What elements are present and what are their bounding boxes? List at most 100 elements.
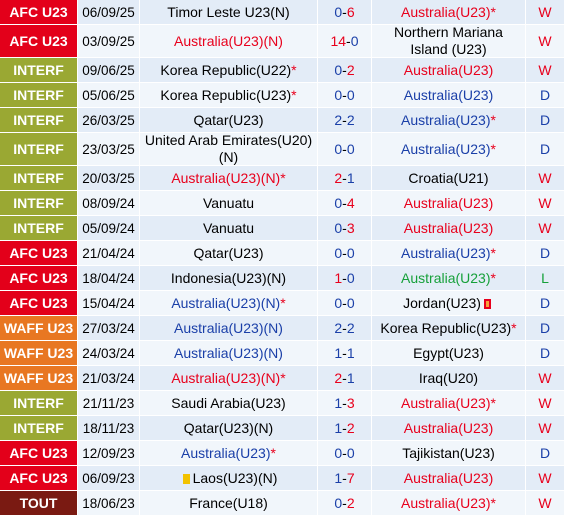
match-row[interactable]: INTERF 26/03/25 Qatar(U23) 2-2 Australia(U23… [0,108,564,133]
home-team[interactable]: United Arab Emirates(U20)(N) [140,132,318,165]
match-score[interactable]: 0-0 [318,291,372,315]
away-team[interactable]: Australia(U23) [372,58,526,82]
home-team[interactable]: Korea Republic(U22)* [140,58,318,82]
home-team[interactable]: Qatar(U23)(N) [140,416,318,440]
match-score[interactable]: 0-6 [318,0,372,24]
match-score[interactable]: 1-0 [318,266,372,290]
match-row[interactable]: AFC U23 15/04/24 Australia(U23)(N)* 0-0 Jord… [0,291,564,316]
competition-badge[interactable]: INTERF [0,391,78,415]
match-row[interactable]: WAFF U23 24/03/24 Australia(U23)(N) 1-1 Egyp… [0,341,564,366]
competition-badge[interactable]: AFC U23 [0,241,78,265]
match-row[interactable]: AFC U23 06/09/23 Laos(U23)(N) 1-7 Australia(… [0,466,564,491]
competition-badge[interactable]: WAFF U23 [0,341,78,365]
match-row[interactable]: INTERF 23/03/25 United Arab Emirates(U20)(… [0,132,564,166]
away-team[interactable]: Egypt(U23) [372,341,526,365]
match-score[interactable]: 2-2 [318,316,372,340]
home-team[interactable]: France(U18) [140,491,318,515]
home-team[interactable]: Indonesia(U23)(N) [140,266,318,290]
away-team[interactable]: Australia(U23) [372,466,526,490]
away-team[interactable]: Iraq(U20) [372,366,526,390]
match-row[interactable]: AFC U23 03/09/25 Australia(U23)(N) 14-0 Nort… [0,24,564,58]
competition-badge[interactable]: AFC U23 [0,466,78,490]
away-team[interactable]: Croatia(U21) [372,166,526,190]
home-team[interactable]: Australia(U23)(N) [140,316,318,340]
match-score[interactable]: 0-0 [318,441,372,465]
competition-badge[interactable]: INTERF [0,133,78,165]
competition-badge[interactable]: AFC U23 [0,441,78,465]
home-team[interactable]: Vanuatu [140,191,318,215]
match-row[interactable]: WAFF U23 21/03/24 Australia(U23)(N)* 2-1 Ira… [0,366,564,391]
match-score[interactable]: 1-2 [318,416,372,440]
competition-badge[interactable]: AFC U23 [0,266,78,290]
away-team[interactable]: Australia(U23)* [372,241,526,265]
match-row[interactable]: AFC U23 12/09/23 Australia(U23)* 0-0 Tajikis… [0,441,564,466]
away-team[interactable]: Korea Republic(U23)* [372,316,526,340]
match-row[interactable]: AFC U23 18/04/24 Indonesia(U23)(N) 1-0 Austr… [0,266,564,291]
match-row[interactable]: AFC U23 06/09/25 Timor Leste U23(N) 0-6 Aust… [0,0,564,25]
away-team[interactable]: Australia(U23)* [372,391,526,415]
away-team[interactable]: Northern Mariana Island (U23) [372,24,526,57]
competition-badge[interactable]: INTERF [0,108,78,132]
competition-badge[interactable]: INTERF [0,166,78,190]
home-team[interactable]: Australia(U23)(N)* [140,166,318,190]
competition-badge[interactable]: INTERF [0,83,78,107]
home-team[interactable]: Australia(U23)(N) [140,25,318,57]
match-score[interactable]: 1-1 [318,341,372,365]
home-team[interactable]: Australia(U23)(N) [140,341,318,365]
home-team[interactable]: Qatar(U23) [140,241,318,265]
home-team[interactable]: Australia(U23)* [140,441,318,465]
away-team[interactable]: Australia(U23) [372,83,526,107]
home-team[interactable]: Laos(U23)(N) [140,466,318,490]
away-team[interactable]: Australia(U23)* [372,0,526,24]
competition-badge[interactable]: INTERF [0,216,78,240]
match-score[interactable]: 1-7 [318,466,372,490]
away-team[interactable]: Tajikistan(U23) [372,441,526,465]
competition-badge[interactable]: INTERF [0,416,78,440]
match-score[interactable]: 0-4 [318,191,372,215]
match-score[interactable]: 0-0 [318,133,372,165]
match-row[interactable]: INTERF 05/06/25 Korea Republic(U23)* 0-0 Aus… [0,83,564,108]
away-team[interactable]: Australia(U23) [372,216,526,240]
away-team[interactable]: Australia(U23) [372,416,526,440]
competition-badge[interactable]: WAFF U23 [0,366,78,390]
match-row[interactable]: INTERF 20/03/25 Australia(U23)(N)* 2-1 Croat… [0,166,564,191]
match-row[interactable]: INTERF 09/06/25 Korea Republic(U22)* 0-2 Aus… [0,58,564,83]
home-team[interactable]: Australia(U23)(N)* [140,291,318,315]
home-team[interactable]: Qatar(U23) [140,108,318,132]
home-team[interactable]: Australia(U23)(N)* [140,366,318,390]
match-score[interactable]: 0-3 [318,216,372,240]
match-row[interactable]: TOUT 18/06/23 France(U18) 0-2 Australia(U23)… [0,491,564,516]
competition-badge[interactable]: INTERF [0,191,78,215]
away-team[interactable]: Australia(U23)* [372,491,526,515]
match-score[interactable]: 2-2 [318,108,372,132]
competition-badge[interactable]: TOUT [0,491,78,515]
competition-badge[interactable]: AFC U23 [0,25,78,57]
competition-badge[interactable]: AFC U23 [0,291,78,315]
match-score[interactable]: 0-2 [318,58,372,82]
home-team[interactable]: Timor Leste U23(N) [140,0,318,24]
match-score[interactable]: 0-2 [318,491,372,515]
match-row[interactable]: WAFF U23 27/03/24 Australia(U23)(N) 2-2 Kore… [0,316,564,341]
match-score[interactable]: 2-1 [318,166,372,190]
away-team[interactable]: Australia(U23) [372,191,526,215]
home-team[interactable]: Vanuatu [140,216,318,240]
away-team[interactable]: Australia(U23)* [372,133,526,165]
away-team[interactable]: Australia(U23)* [372,266,526,290]
match-row[interactable]: INTERF 08/09/24 Vanuatu 0-4 Australia(U23) W [0,191,564,216]
competition-badge[interactable]: INTERF [0,58,78,82]
match-score[interactable]: 1-3 [318,391,372,415]
match-score[interactable]: 2-1 [318,366,372,390]
competition-badge[interactable]: AFC U23 [0,0,78,24]
match-score[interactable]: 0-0 [318,241,372,265]
competition-badge[interactable]: WAFF U23 [0,316,78,340]
home-team[interactable]: Saudi Arabia(U23) [140,391,318,415]
match-row[interactable]: INTERF 05/09/24 Vanuatu 0-3 Australia(U23) W [0,216,564,241]
away-team[interactable]: Australia(U23)* [372,108,526,132]
match-row[interactable]: INTERF 18/11/23 Qatar(U23)(N) 1-2 Australia(… [0,416,564,441]
match-row[interactable]: INTERF 21/11/23 Saudi Arabia(U23) 1-3 Austra… [0,391,564,416]
match-score[interactable]: 14-0 [318,25,372,57]
away-team[interactable]: Jordan(U23) [372,291,526,315]
match-row[interactable]: AFC U23 21/04/24 Qatar(U23) 0-0 Australia(U2… [0,241,564,266]
home-team[interactable]: Korea Republic(U23)* [140,83,318,107]
match-score[interactable]: 0-0 [318,83,372,107]
